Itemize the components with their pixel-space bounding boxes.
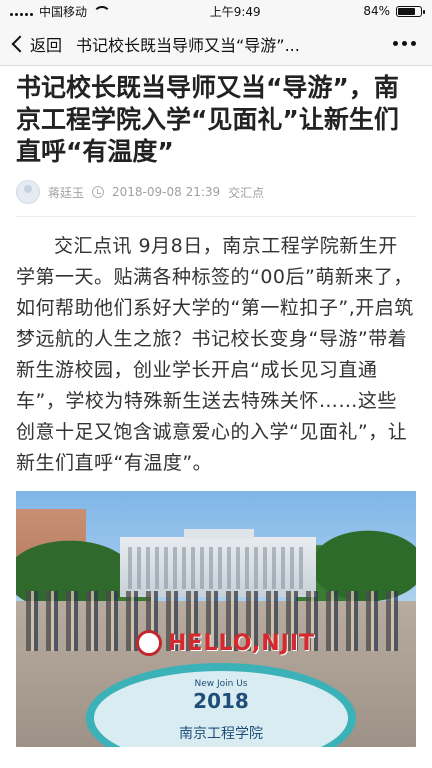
floor-year: 2018 [193, 689, 249, 713]
battery-icon [395, 5, 425, 17]
divider [16, 216, 416, 217]
back-label: 返回 [30, 35, 63, 55]
article-meta: 蒋廷玉 2018-09-08 21:39 交汇点 [16, 180, 416, 204]
battery-percent: 84% [363, 4, 390, 18]
status-time: 上午9:49 [209, 4, 261, 19]
status-left: 中国移动 [10, 3, 112, 20]
article-photo[interactable]: HELLO,NJIT New Join Us 2018 南京工程学院 [16, 491, 416, 747]
carrier-label: 中国移动 [39, 4, 88, 19]
status-bar: 中国移动 上午9:49 84% [0, 0, 432, 22]
author-avatar[interactable] [16, 180, 40, 204]
wifi-icon [93, 6, 112, 16]
clock-icon [92, 186, 105, 198]
article-source: 交汇点 [228, 185, 265, 200]
school-logo-icon [136, 630, 162, 656]
chevron-left-icon [11, 35, 29, 52]
author-name[interactable]: 蒋廷玉 [48, 184, 84, 201]
hello-sign: HELLO,NJIT [128, 629, 323, 657]
floor-tagline: New Join Us [194, 679, 248, 689]
status-right: 84% [363, 4, 425, 18]
ellipsis-icon [393, 41, 398, 46]
article-title: 书记校长既当导师又当“导游”，南京工程学院入学“见面礼”让新生们直呼“有温度” [16, 73, 399, 166]
nav-title: 书记校长既当导师又当“导游”... [76, 35, 300, 55]
signal-icon [10, 6, 33, 16]
back-button[interactable]: 返回 [10, 32, 62, 56]
hello-sign-text: HELLO,NJIT [168, 630, 316, 656]
floor-school: 南京工程学院 [179, 726, 263, 742]
article-body: 交汇点讯 9月8日，南京工程学院新生开学第一天。贴满各种标签的“00后”萌新来了… [16, 235, 414, 474]
nav-bar: 返回 书记校长既当导师又当“导游”... [0, 22, 432, 66]
publish-date: 2018-09-08 21:39 [112, 185, 221, 199]
article: 书记校长既当导师又当“导游”，南京工程学院入学“见面礼”让新生们直呼“有温度” … [0, 72, 432, 747]
more-button[interactable] [387, 41, 422, 46]
